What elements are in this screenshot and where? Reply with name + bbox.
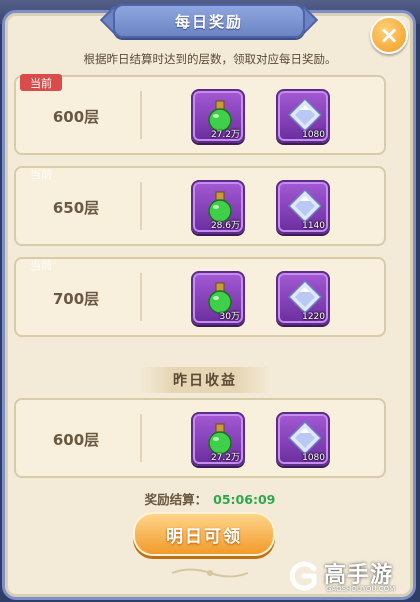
potion-item[interactable]: 28.6万 — [191, 180, 245, 234]
diamond-icon — [287, 279, 323, 315]
item-count: 28.6万 — [210, 221, 240, 231]
floor-label: 600层 — [52, 431, 100, 449]
diamond-icon — [287, 420, 323, 456]
watermark: 高手游 GAOSHOUYOU.COM — [286, 555, 416, 599]
close-button[interactable]: × — [370, 16, 408, 54]
item-count: 1080 — [302, 130, 325, 140]
reward-row-600: 当前 600层 27.2万 1080 — [14, 74, 386, 155]
item-count: 1140 — [302, 221, 325, 231]
item-count: 1080 — [302, 453, 325, 463]
diamond-item[interactable]: 1140 — [276, 180, 330, 234]
potion-item[interactable]: 27.2万 — [191, 412, 245, 466]
watermark-logo-icon — [289, 561, 317, 591]
reward-row-650: 当前 650层 28.6万 1140 — [14, 166, 386, 246]
current-tag: 当前 — [20, 74, 62, 91]
row-divider — [140, 414, 142, 462]
close-icon: × — [378, 21, 400, 49]
potion-item[interactable]: 30万 — [191, 271, 245, 325]
floor-label: 650层 — [52, 199, 100, 217]
watermark-subtext: GAOSHOUYOU.COM — [326, 585, 396, 593]
yesterday-section-title: 昨日收益 — [140, 367, 270, 393]
row-divider — [140, 273, 142, 321]
reward-row-700: 当前 700层 30万 1220 — [14, 257, 386, 337]
item-count: 27.2万 — [210, 130, 240, 140]
timer-value: 05:06:09 — [213, 492, 276, 507]
item-count: 1220 — [302, 312, 325, 322]
settlement-timer: 奖励结算： 05:06:09 — [0, 489, 420, 508]
timer-label: 奖励结算： — [144, 492, 208, 507]
diamond-icon — [287, 97, 323, 133]
description-text: 根据昨日结算时达到的层数，领取对应每日奖励。 — [83, 52, 337, 66]
row-divider — [140, 91, 142, 139]
floor-label: 600层 — [52, 108, 100, 126]
panel-title: 每日奖励 — [113, 4, 305, 38]
footer-ornament — [171, 568, 249, 578]
potion-item[interactable]: 27.2万 — [191, 89, 245, 143]
diamond-item[interactable]: 1080 — [276, 89, 330, 143]
diamond-item[interactable]: 1080 — [276, 412, 330, 466]
floor-label: 700层 — [52, 290, 100, 308]
current-tag: 当前 — [30, 258, 52, 272]
diamond-item[interactable]: 1220 — [276, 271, 330, 325]
diamond-icon — [287, 188, 323, 224]
row-divider — [140, 182, 142, 230]
yesterday-reward-row: 600层 27.2万 1080 — [14, 398, 386, 478]
claim-tomorrow-button[interactable]: 明日可领 — [133, 512, 275, 556]
item-count: 27.2万 — [210, 453, 240, 463]
item-count: 30万 — [219, 312, 240, 322]
current-tag: 当前 — [30, 167, 52, 181]
